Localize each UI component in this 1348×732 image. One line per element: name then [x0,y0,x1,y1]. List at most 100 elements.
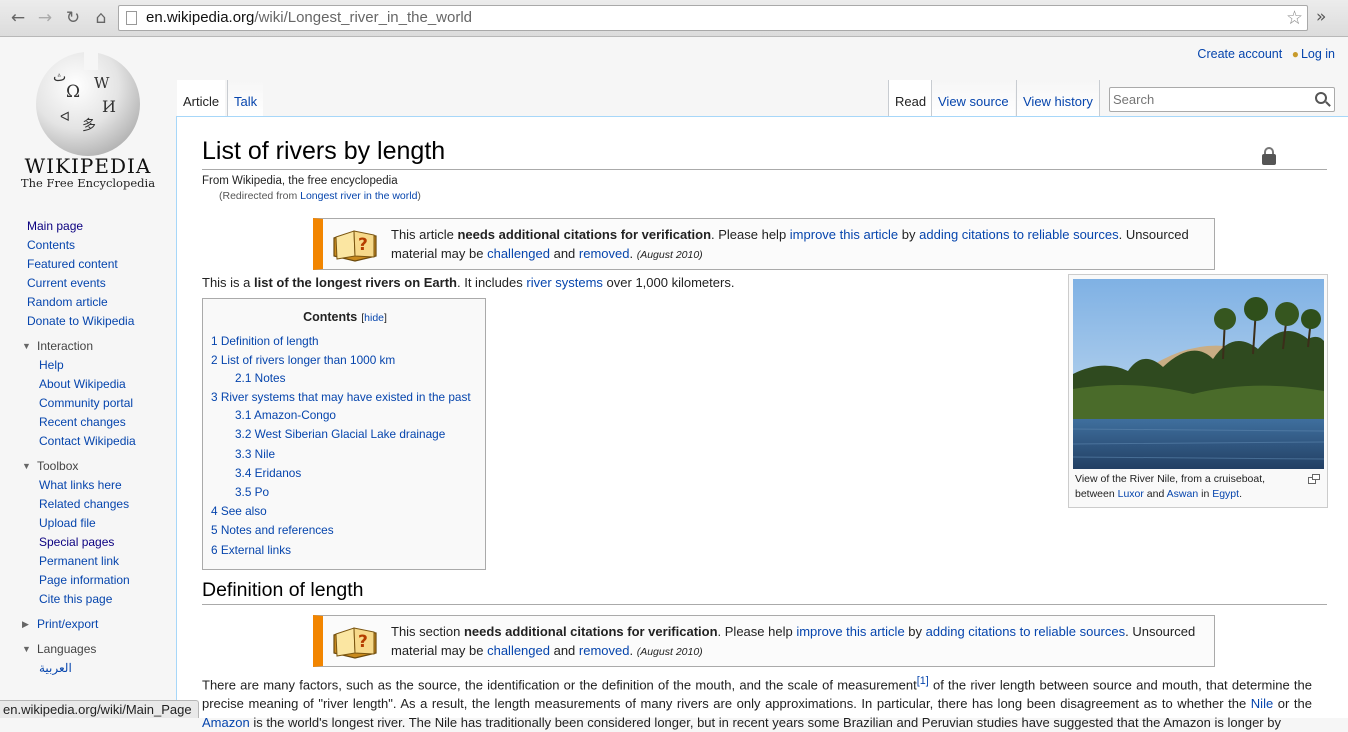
sidebar-item-random-article[interactable]: Random article [0,293,176,312]
adding-citations-link[interactable]: adding citations to reliable sources [926,624,1125,639]
nile-link[interactable]: Nile [1251,696,1273,711]
triangle-right-icon: ▶ [22,619,29,629]
sidebar-item-about[interactable]: About Wikipedia [0,375,176,394]
body-paragraph: There are many factors, such as the sour… [202,672,1312,732]
sidebar-item-contact[interactable]: Contact Wikipedia [0,432,176,451]
sidebar-item-main-page[interactable]: Main page [0,217,176,236]
challenged-link[interactable]: challenged [487,643,550,658]
toc-entry[interactable]: 5 Notes and references [211,523,334,537]
puzzle-globe-icon: Ω W И ᐊ 多 ث [36,52,140,156]
notice-text: This section [391,624,464,639]
sidebar-item-donate[interactable]: Donate to Wikipedia [0,312,176,331]
toc-entry[interactable]: 3.4 Eridanos [235,466,301,480]
egypt-link[interactable]: Egypt [1212,488,1239,500]
improve-article-link[interactable]: improve this article [796,624,904,639]
svg-text:?: ? [358,632,368,652]
tab-view-source[interactable]: View source [931,80,1015,116]
create-account-link[interactable]: Create account [1197,47,1282,61]
notice-text: . Please help [711,227,790,242]
notice-date: (August 2010) [636,249,703,261]
toc-title: Contents [hide] [203,310,487,324]
site-subtitle: From Wikipedia, the free encyclopedia [202,175,398,187]
sidebar-item-page-information[interactable]: Page information [0,571,176,590]
notice-text: . [629,246,637,261]
notice-text: by [904,624,926,639]
citation-notice-text: This article needs additional citations … [391,225,1211,265]
sidebar-item-help[interactable]: Help [0,356,176,375]
search-icon[interactable] [1315,92,1327,104]
forward-arrow-icon[interactable]: → [33,6,57,30]
home-icon[interactable]: ⌂ [89,6,113,30]
enlarge-icon[interactable] [1308,474,1320,484]
sidebar-item-special-pages[interactable]: Special pages [0,533,176,552]
toolbox-heading[interactable]: ▼ Toolbox [0,457,176,476]
content-area: List of rivers by length From Wikipedia,… [176,116,1348,730]
intro-bold: list of the longest rivers on Earth [254,275,457,290]
back-arrow-icon[interactable]: ← [6,6,30,30]
print-export-label[interactable]: Print/export [37,617,98,631]
languages-heading-label: Languages [37,642,97,656]
toc-entry[interactable]: 6 External links [211,543,291,557]
wikipedia-logo[interactable]: Ω W И ᐊ 多 ث WIKIPEDIA The Free Encyclope… [0,37,176,197]
caption-text: and [1143,488,1167,500]
bookmark-star-icon[interactable]: ☆ [1286,7,1303,29]
languages-heading[interactable]: ▼ Languages [0,640,176,659]
address-bar[interactable]: en.wikipedia.org/wiki/Longest_river_in_t… [118,5,1308,31]
sidebar: Main page Contents Featured content Curr… [0,217,176,678]
sidebar-item-community-portal[interactable]: Community portal [0,394,176,413]
toc-entry[interactable]: 3.5 Po [235,485,269,499]
tab-article[interactable]: Article [177,80,226,116]
status-bar: en.wikipedia.org/wiki/Main_Page [0,700,199,718]
luxor-link[interactable]: Luxor [1118,488,1144,500]
caption-text: in [1198,488,1213,500]
interaction-heading-label: Interaction [37,339,94,353]
river-systems-link[interactable]: river systems [526,275,603,290]
redirect-suffix: ) [417,190,421,202]
toc-entry[interactable]: 2 List of rivers longer than 1000 km [211,353,395,367]
page-icon [126,11,137,25]
redirect-link[interactable]: Longest river in the world [300,190,417,202]
sidebar-item-related-changes[interactable]: Related changes [0,495,176,514]
chevron-more-icon[interactable]: » [1316,7,1326,27]
removed-link[interactable]: removed [579,246,630,261]
sidebar-item-featured-content[interactable]: Featured content [0,255,176,274]
sidebar-item-permanent-link[interactable]: Permanent link [0,552,176,571]
sidebar-item-cite[interactable]: Cite this page [0,590,176,609]
reload-icon[interactable]: ↻ [61,6,85,30]
tab-read[interactable]: Read [888,80,933,116]
sidebar-item-upload-file[interactable]: Upload file [0,514,176,533]
search-input[interactable] [1113,90,1303,109]
sidebar-item-contents[interactable]: Contents [0,236,176,255]
toc-entry[interactable]: 4 See also [211,504,267,518]
tab-view-history[interactable]: View history [1016,80,1100,116]
sidebar-item-recent-changes[interactable]: Recent changes [0,413,176,432]
table-of-contents: Contents [hide] 1 Definition of length 2 … [202,298,486,570]
login-link[interactable]: Log in [1301,47,1335,61]
aswan-link[interactable]: Aswan [1167,488,1199,500]
interaction-heading[interactable]: ▼ Interaction [0,337,176,356]
toc-entry[interactable]: 3.3 Nile [235,447,275,461]
print-export-heading[interactable]: ▶ Print/export [0,615,176,634]
toc-entry[interactable]: 2.1 Notes [235,371,286,385]
reference-link[interactable]: [1] [917,675,929,687]
removed-link[interactable]: removed [579,643,630,658]
adding-citations-link[interactable]: adding citations to reliable sources [919,227,1118,242]
tab-talk[interactable]: Talk [227,80,264,116]
sidebar-item-current-events[interactable]: Current events [0,274,176,293]
toc-entry[interactable]: 1 Definition of length [211,334,319,348]
toc-hide-link[interactable]: hide [364,312,384,324]
toc-entry[interactable]: 3 River systems that may have existed in… [211,390,471,404]
caption-text: . [1239,488,1242,500]
improve-article-link[interactable]: improve this article [790,227,898,242]
search-box[interactable] [1109,87,1335,112]
thumbnail-figure: View of the River Nile, from a cruiseboa… [1068,274,1328,508]
challenged-link[interactable]: challenged [487,246,550,261]
address-bar-url[interactable]: en.wikipedia.org/wiki/Longest_river_in_t… [146,9,472,26]
lock-icon[interactable] [1262,147,1276,165]
redirect-notice: (Redirected from Longest river in the wo… [219,190,421,202]
toc-entry[interactable]: 3.2 West Siberian Glacial Lake drainage [235,427,445,441]
river-nile-photo[interactable] [1073,279,1324,469]
sidebar-item-what-links-here[interactable]: What links here [0,476,176,495]
sidebar-item-language-arabic[interactable]: العربية [0,659,176,678]
toc-entry[interactable]: 3.1 Amazon-Congo [235,408,336,422]
